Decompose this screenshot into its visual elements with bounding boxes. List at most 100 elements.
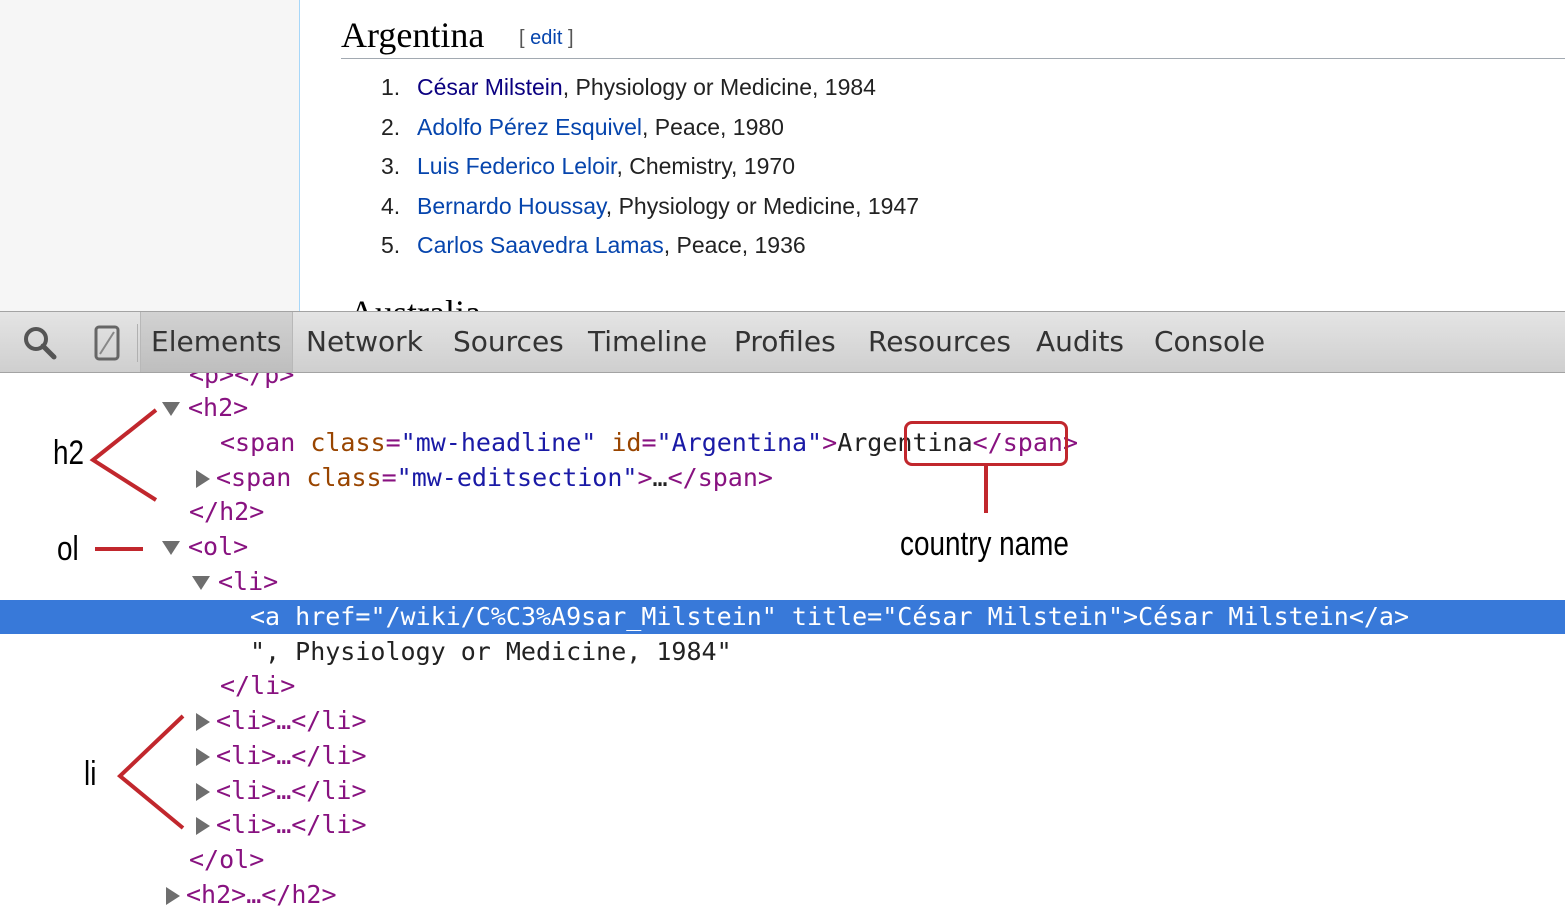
tree-node-text[interactable]: ", Physiology or Medicine, 1984" bbox=[0, 635, 1565, 669]
laureate-link[interactable]: Bernardo Houssay bbox=[417, 193, 606, 219]
attr-name: title bbox=[791, 602, 868, 631]
laureate-link[interactable]: Luis Federico Leloir bbox=[417, 153, 616, 179]
tree-node-ol-close[interactable]: </ol> bbox=[0, 843, 1565, 877]
wiki-content: Argentina [ edit ] 1. César Milstein, Phy… bbox=[341, 0, 1565, 312]
laureate-detail: , Physiology or Medicine, 1984 bbox=[562, 74, 876, 100]
expand-triangle-icon[interactable] bbox=[162, 402, 180, 416]
tag-gt: > bbox=[637, 463, 653, 492]
search-icon[interactable] bbox=[21, 324, 59, 362]
expand-triangle-icon[interactable] bbox=[196, 817, 210, 835]
tag-open: <span bbox=[216, 463, 307, 492]
tree-node-h2[interactable]: <h2> bbox=[0, 391, 1565, 425]
list-number: 2. bbox=[381, 113, 401, 140]
laureate-detail: , Physiology or Medicine, 1947 bbox=[605, 192, 920, 219]
tag-text: <h2> bbox=[188, 393, 249, 422]
attr-eq: = bbox=[381, 463, 397, 492]
expand-triangle-icon[interactable] bbox=[162, 541, 180, 555]
attr-value: "Argentina" bbox=[656, 428, 823, 457]
tag-gt: > bbox=[1123, 602, 1139, 631]
tree-node-h2-collapsed[interactable]: <h2>…</h2> bbox=[0, 878, 1565, 912]
tag-text: </ol> bbox=[189, 845, 265, 874]
laureate-detail: , Peace, 1980 bbox=[642, 113, 784, 140]
attr-value: "mw-headline" bbox=[400, 428, 597, 457]
tag-gt: > bbox=[822, 428, 838, 457]
list-item: 1. César Milstein, Physiology or Medicine… bbox=[381, 69, 919, 109]
laureate-link[interactable]: César Milstein bbox=[417, 74, 563, 100]
devtools-toolbar: Elements Network Sources Timeline Profil… bbox=[0, 311, 1565, 373]
tag-open: <a bbox=[250, 602, 296, 631]
tab-resources[interactable]: Resources bbox=[868, 312, 1011, 372]
tab-console[interactable]: Console bbox=[1154, 312, 1265, 372]
expand-triangle-icon[interactable] bbox=[196, 470, 210, 488]
ellipsis: … bbox=[652, 463, 668, 492]
expand-triangle-icon[interactable] bbox=[196, 748, 210, 766]
next-section-title: Australia bbox=[349, 295, 481, 312]
tab-elements[interactable]: Elements bbox=[140, 312, 293, 372]
attr-value: "mw-editsection" bbox=[396, 463, 638, 492]
attr-name: id bbox=[611, 428, 642, 457]
tag-text: <li>…</li> bbox=[216, 706, 367, 735]
tag-text: <ol> bbox=[188, 532, 249, 561]
country-name-highlight bbox=[904, 421, 1068, 466]
tree-node-p[interactable]: <p></p> bbox=[0, 373, 1565, 392]
expand-triangle-icon[interactable] bbox=[196, 783, 210, 801]
list-number: 4. bbox=[381, 192, 401, 219]
mobile-device-icon[interactable] bbox=[88, 324, 126, 362]
tree-node-span-headline[interactable]: <span class="mw-headline" id="Argentina"… bbox=[0, 426, 1565, 460]
tree-node-li-collapsed[interactable]: <li>…</li> bbox=[0, 774, 1565, 808]
annotation-h2: h2 bbox=[53, 434, 85, 472]
laureate-link[interactable]: Carlos Saavedra Lamas bbox=[417, 232, 664, 258]
edit-section: [ edit ] bbox=[519, 27, 574, 50]
attr-value: "/wiki/C%C3%A9sar_Milstein" bbox=[370, 602, 777, 631]
expand-triangle-icon[interactable] bbox=[166, 887, 180, 905]
tag-open: <span bbox=[220, 428, 311, 457]
tree-node-li[interactable]: <li> bbox=[0, 565, 1565, 599]
tab-network[interactable]: Network bbox=[306, 312, 423, 372]
tree-node-ol[interactable]: <ol> bbox=[0, 530, 1565, 564]
section-heading: Argentina [ edit ] bbox=[341, 10, 1565, 59]
attr-eq: = bbox=[641, 428, 657, 457]
tree-node-span-editsection[interactable]: <span class="mw-editsection">…</span> bbox=[0, 461, 1565, 495]
edit-link[interactable]: edit bbox=[530, 27, 562, 49]
wiki-sidebar bbox=[0, 0, 300, 312]
expand-triangle-icon[interactable] bbox=[192, 576, 210, 590]
toolbar-divider bbox=[137, 324, 138, 362]
tab-profiles[interactable]: Profiles bbox=[734, 312, 836, 372]
tree-node-li-collapsed[interactable]: <li>…</li> bbox=[0, 704, 1565, 738]
tree-node-h2-close[interactable]: </h2> bbox=[0, 495, 1565, 529]
annotation-ol: ol bbox=[57, 530, 79, 568]
next-section-heading-cutoff: Australia bbox=[349, 295, 509, 312]
tag-text: <p></p> bbox=[189, 373, 295, 389]
list-item: 3. Luis Federico Leloir, Chemistry, 1970 bbox=[381, 148, 919, 188]
tab-sources[interactable]: Sources bbox=[453, 312, 564, 372]
tag-text: <li>…</li> bbox=[216, 810, 367, 839]
tab-audits[interactable]: Audits bbox=[1036, 312, 1124, 372]
elements-tree: <p></p> <h2> <span class="mw-headline" i… bbox=[0, 373, 1565, 918]
tag-text: <li>…</li> bbox=[216, 741, 367, 770]
tree-node-a-selected[interactable]: <a href="/wiki/C%C3%A9sar_Milstein" titl… bbox=[0, 600, 1565, 634]
attr-name: class bbox=[310, 428, 386, 457]
attr-eq: = bbox=[355, 602, 371, 631]
tree-node-li-collapsed[interactable]: <li>…</li> bbox=[0, 739, 1565, 773]
node-text: César Milstein bbox=[1138, 602, 1349, 631]
laureate-detail: , Chemistry, 1970 bbox=[616, 153, 795, 179]
annotation-country-name: country name bbox=[900, 525, 1069, 563]
tag-close: </span> bbox=[667, 463, 773, 492]
tab-timeline[interactable]: Timeline bbox=[588, 312, 707, 372]
list-item: 4. Bernardo Houssay, Physiology or Medici… bbox=[381, 188, 919, 228]
tag-text: </li> bbox=[220, 671, 296, 700]
tag-text: <li> bbox=[218, 567, 279, 596]
expand-triangle-icon[interactable] bbox=[196, 713, 210, 731]
list-number: 5. bbox=[381, 232, 401, 258]
tree-node-li-collapsed[interactable]: <li>…</li> bbox=[0, 808, 1565, 842]
attr-value: "César Milstein" bbox=[882, 602, 1124, 631]
list-item: 2. Adolfo Pérez Esquivel, Peace, 1980 bbox=[381, 109, 919, 149]
tree-node-li-close[interactable]: </li> bbox=[0, 669, 1565, 703]
attr-name: class bbox=[306, 463, 382, 492]
tag-text: </h2> bbox=[189, 497, 265, 526]
tag-text: <li>…</li> bbox=[216, 776, 367, 805]
wiki-page: Argentina [ edit ] 1. César Milstein, Phy… bbox=[0, 0, 1565, 312]
section-title: Argentina bbox=[341, 15, 485, 55]
attr-eq: = bbox=[867, 602, 883, 631]
laureate-link[interactable]: Adolfo Pérez Esquivel bbox=[417, 114, 642, 140]
